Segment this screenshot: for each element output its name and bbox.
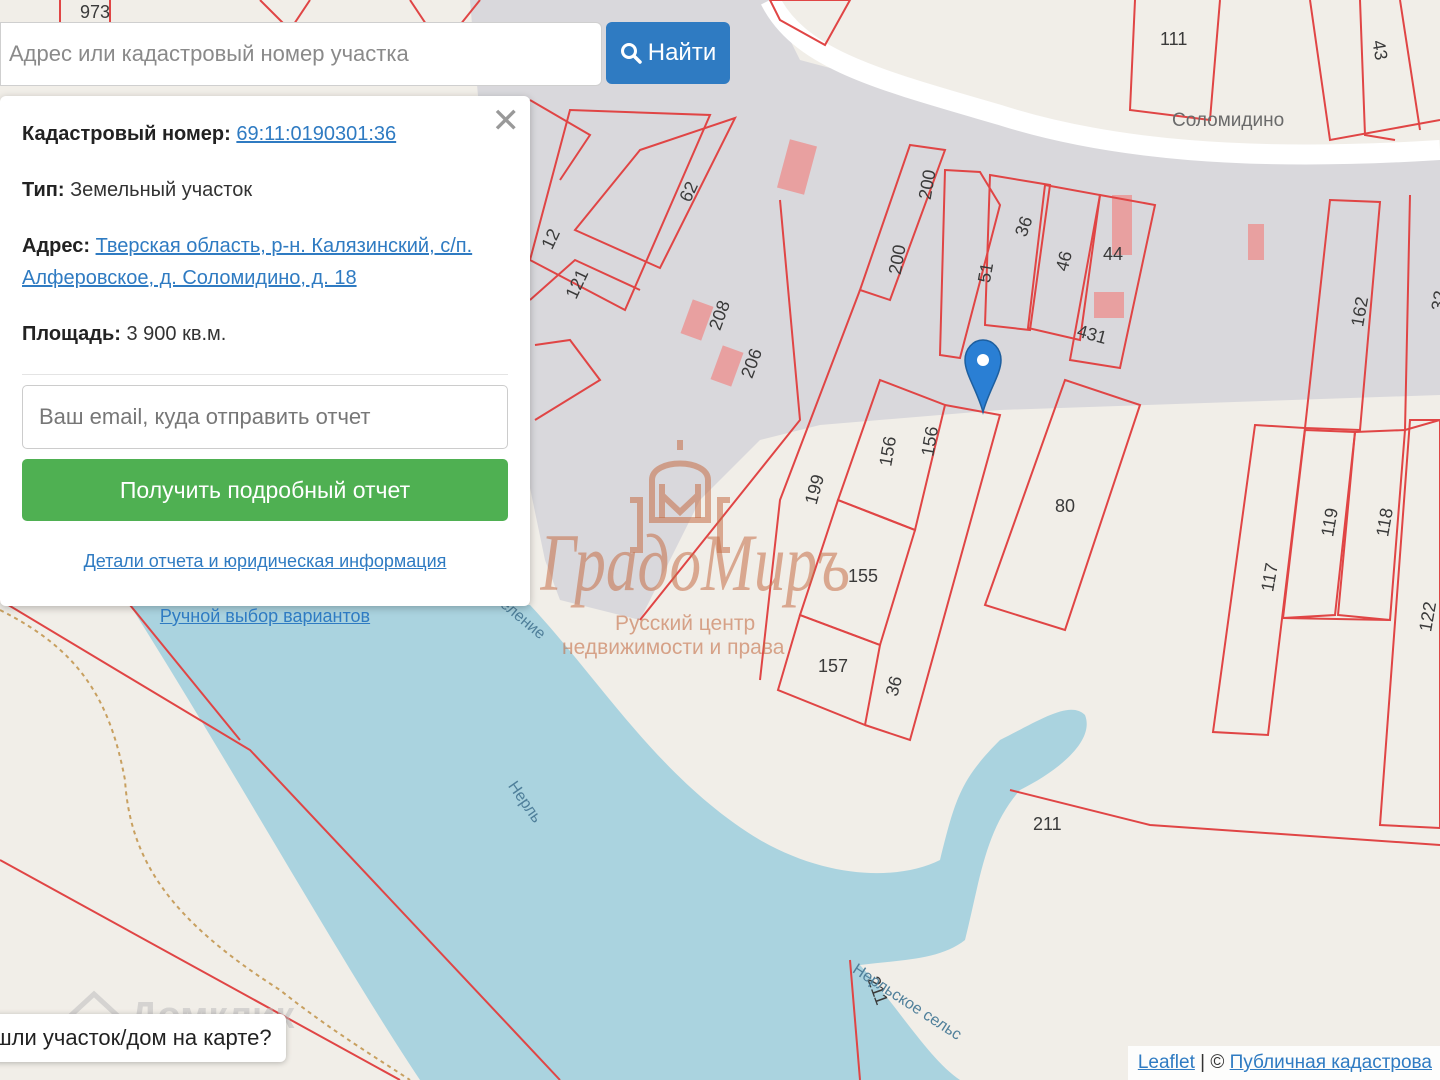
- email-field[interactable]: [22, 385, 508, 449]
- parcel-label: 973: [80, 2, 110, 22]
- cadastral-number-link[interactable]: 69:11:0190301:36: [236, 123, 396, 145]
- report-details-link[interactable]: Детали отчета и юридическая информация: [84, 551, 447, 571]
- parcel-label: 44: [1103, 244, 1123, 264]
- parcel-label: 32: [1427, 289, 1440, 312]
- parcel-info-popup: ✕ Кадастровый номер: 69:11:0190301:36 Ти…: [0, 96, 530, 626]
- map-attribution: Leaflet | © Публичная кадастрова: [1127, 1046, 1440, 1080]
- area-label: Площадь:: [22, 323, 121, 345]
- parcel-label: 43: [1368, 39, 1391, 62]
- parcel-label: 80: [1055, 496, 1075, 516]
- get-report-button[interactable]: Получить подробный отчет: [22, 459, 508, 521]
- address-label: Адрес:: [22, 235, 90, 257]
- search-input[interactable]: [0, 22, 602, 86]
- manual-link-wrap: Ручной выбор вариантов: [22, 606, 508, 627]
- attribution-separator: | ©: [1194, 1052, 1230, 1073]
- parcel-label: 111: [1160, 29, 1187, 49]
- type-value: Земельный участок: [70, 179, 253, 201]
- place-label: Соломидино: [1172, 110, 1284, 131]
- parcel-label: 51: [974, 261, 997, 284]
- divider: [22, 374, 508, 375]
- type-row: Тип: Земельный участок: [22, 174, 508, 206]
- parcel-label: 211: [1033, 814, 1062, 834]
- search-icon: [620, 43, 642, 64]
- leaflet-link[interactable]: Leaflet: [1138, 1052, 1195, 1073]
- manual-selection-link[interactable]: Ручной выбор вариантов: [160, 606, 370, 626]
- area-value: 3 900 кв.м.: [126, 323, 227, 345]
- parcel-label: 157: [818, 656, 848, 676]
- area-row: Площадь: 3 900 кв.м.: [22, 318, 508, 350]
- find-on-map-text: шли участок/дом на карте?: [0, 1025, 272, 1050]
- type-label: Тип:: [22, 179, 65, 201]
- address-link[interactable]: Тверская область, р-н. Калязинский, с/п.…: [22, 235, 472, 289]
- search-button-label: Найти: [647, 39, 717, 66]
- search-button[interactable]: Найти: [606, 22, 730, 84]
- cadastral-label: Кадастровый номер:: [22, 123, 231, 145]
- details-link-wrap: Детали отчета и юридическая информация: [22, 551, 508, 572]
- parcel-label: 155: [848, 566, 878, 586]
- cadastral-source-link[interactable]: Публичная кадастрова: [1230, 1052, 1432, 1073]
- find-on-map-prompt[interactable]: шли участок/дом на карте?: [0, 1014, 286, 1062]
- address-row: Адрес: Тверская область, р-н. Калязински…: [22, 230, 508, 294]
- close-icon[interactable]: ✕: [492, 104, 521, 138]
- cadastral-row: Кадастровый номер: 69:11:0190301:36: [22, 118, 508, 150]
